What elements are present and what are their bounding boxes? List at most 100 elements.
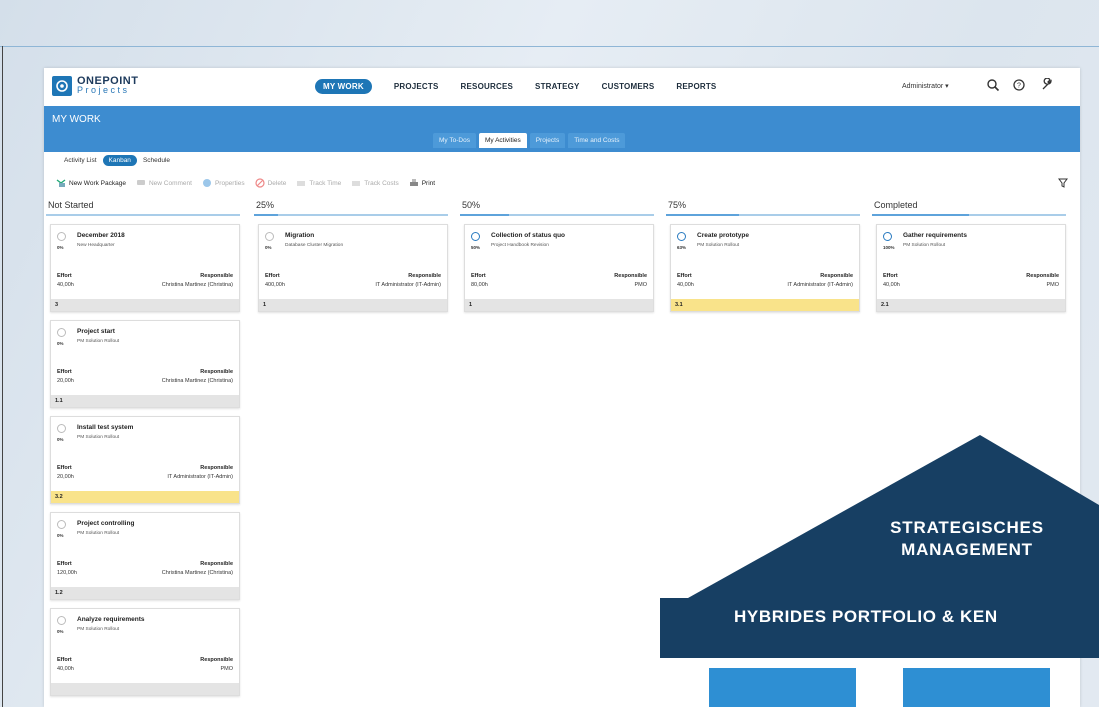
activity-card[interactable]: 0% Install test system PM Solution Rollout… <box>50 416 240 504</box>
wrench-icon[interactable] <box>1040 78 1054 92</box>
delete-icon <box>254 178 265 188</box>
card-wbs: 1 <box>465 299 653 311</box>
comment-icon <box>136 180 145 185</box>
column-progress-bar <box>872 214 1066 216</box>
activity-card[interactable]: 50% Collection of status quo Project Handb… <box>464 224 654 312</box>
status-circle-icon <box>883 232 892 241</box>
effort-label: Effort <box>57 561 72 567</box>
menu-strategy[interactable]: STRATEGY <box>535 82 580 91</box>
kanban-column: 50% 50% Collection of status quo Project Ha… <box>458 198 656 312</box>
menu-customers[interactable]: CUSTOMERS <box>602 82 655 91</box>
responsible-label: Responsible <box>820 273 853 279</box>
tab-my-activities[interactable]: My Activities <box>478 133 527 148</box>
subtab-schedule[interactable]: Schedule <box>143 157 170 164</box>
user-name: Administrator <box>902 83 944 90</box>
status-circle-icon <box>57 616 66 625</box>
card-percent: 0% <box>57 437 64 442</box>
responsible-label: Responsible <box>408 273 441 279</box>
kanban-column: 25% 0% Migration Database Cluster Migration… <box>252 198 450 312</box>
new-comment-label: New Comment <box>148 179 192 187</box>
column-progress-bar <box>46 214 240 216</box>
card-effort: 40,00h <box>57 666 74 672</box>
activity-card[interactable]: 0% Analyze requirements PM Solution Rollou… <box>50 608 240 696</box>
logo-subtitle: Projects <box>77 85 130 95</box>
print-label: Print <box>421 179 436 187</box>
card-percent: 0% <box>57 629 64 634</box>
frame-edge <box>2 46 3 707</box>
activity-card[interactable]: 63% Create prototype PM Solution Rollout Ef… <box>670 224 860 312</box>
responsible-label: Responsible <box>200 369 233 375</box>
card-title: Create prototype <box>697 232 750 239</box>
kanban-column: Completed 100% Gather requirements PM Solut… <box>870 198 1068 312</box>
card-project: New Headquarter <box>77 243 115 248</box>
menu-reports[interactable]: REPORTS <box>676 82 716 91</box>
tab-time-and-costs[interactable]: Time and Costs <box>568 133 626 148</box>
properties-button[interactable]: Properties <box>202 178 245 188</box>
delete-label: Delete <box>267 179 287 187</box>
roof-label: STRATEGISCHES MANAGEMENT <box>890 518 1044 559</box>
tab-projects[interactable]: Projects <box>529 133 566 148</box>
column-progress-bar <box>254 214 448 216</box>
card-effort: 20,00h <box>57 378 74 384</box>
effort-label: Effort <box>57 369 72 375</box>
activity-card[interactable]: 0% December 2018 New Headquarter Effort Resp… <box>50 224 240 312</box>
status-circle-icon <box>57 232 66 241</box>
card-title: Collection of status quo <box>491 232 566 239</box>
card-project: Project Handbook Revision <box>491 243 549 248</box>
card-responsible: PMO <box>1046 282 1059 288</box>
card-wbs: 3.1 <box>671 299 859 311</box>
menu-projects[interactable]: PROJECTS <box>394 82 439 91</box>
track-costs-button[interactable]: Track Costs <box>351 178 399 188</box>
card-percent: 0% <box>57 341 64 346</box>
card-responsible: IT Administrator (IT-Admin) <box>375 282 441 288</box>
activity-card[interactable]: 0% Migration Database Cluster Migration Eff… <box>258 224 448 312</box>
kanban-column: Not Started 0% December 2018 New Headquarte… <box>44 198 242 696</box>
view-switcher: Activity List Kanban Schedule <box>64 155 170 166</box>
card-responsible: PMO <box>634 282 647 288</box>
user-menu[interactable]: Administrator ▾ <box>902 82 949 90</box>
activity-card[interactable]: 0% Project start PM Solution Rollout Effort… <box>50 320 240 408</box>
print-icon <box>409 179 418 186</box>
card-project: PM Solution Rollout <box>77 531 120 536</box>
card-effort: 40,00h <box>677 282 694 288</box>
new-comment-button[interactable]: New Comment <box>136 178 192 188</box>
card-effort: 40,00h <box>57 282 74 288</box>
filter-icon[interactable] <box>1058 178 1068 188</box>
toolbar: New Work Package New Comment Properties … <box>56 178 435 188</box>
activity-card[interactable]: 100% Gather requirements PM Solution Rollo… <box>876 224 1066 312</box>
beam-label: HYBRIDES PORTFOLIO & KEN <box>734 607 998 626</box>
print-button[interactable]: Print <box>409 178 435 188</box>
subtab-activity-list[interactable]: Activity List <box>64 157 97 164</box>
responsible-label: Responsible <box>200 465 233 471</box>
card-title: Project start <box>77 328 115 335</box>
search-icon[interactable] <box>986 78 1000 92</box>
column-progress-bar <box>460 214 654 216</box>
status-circle-icon <box>57 328 66 337</box>
card-effort: 80,00h <box>471 282 488 288</box>
tab-my-todos[interactable]: My To-Dos <box>433 133 476 148</box>
status-circle-icon <box>677 232 686 241</box>
column-progress-bar <box>666 214 860 216</box>
card-effort: 40,00h <box>883 282 900 288</box>
status-circle-icon <box>471 232 480 241</box>
track-costs-label: Track Costs <box>364 179 399 187</box>
effort-label: Effort <box>265 273 280 279</box>
menu-resources[interactable]: RESOURCES <box>461 82 513 91</box>
card-title: Gather requirements <box>903 232 967 239</box>
column-title: Not Started <box>48 200 94 210</box>
column-title: Completed <box>874 200 918 210</box>
delete-button[interactable]: Delete <box>254 178 287 188</box>
card-responsible: PMO <box>220 666 233 672</box>
page-header: MY WORK My To-Dos My Activities Projects… <box>44 106 1080 152</box>
subtab-kanban[interactable]: Kanban <box>102 155 137 166</box>
card-effort: 20,00h <box>57 474 74 480</box>
column-progress-fill <box>666 214 739 216</box>
help-icon[interactable]: ? <box>1012 78 1026 92</box>
logo-icon <box>52 76 72 96</box>
new-work-package-button[interactable]: New Work Package <box>56 178 126 188</box>
column-title: 25% <box>256 200 275 210</box>
menu-my-work[interactable]: MY WORK <box>315 79 372 94</box>
activity-card[interactable]: 0% Project controlling PM Solution Rollout… <box>50 512 240 600</box>
logo[interactable]: ONEPOINT Projects <box>52 76 138 96</box>
track-time-button[interactable]: Track Time <box>296 178 341 188</box>
